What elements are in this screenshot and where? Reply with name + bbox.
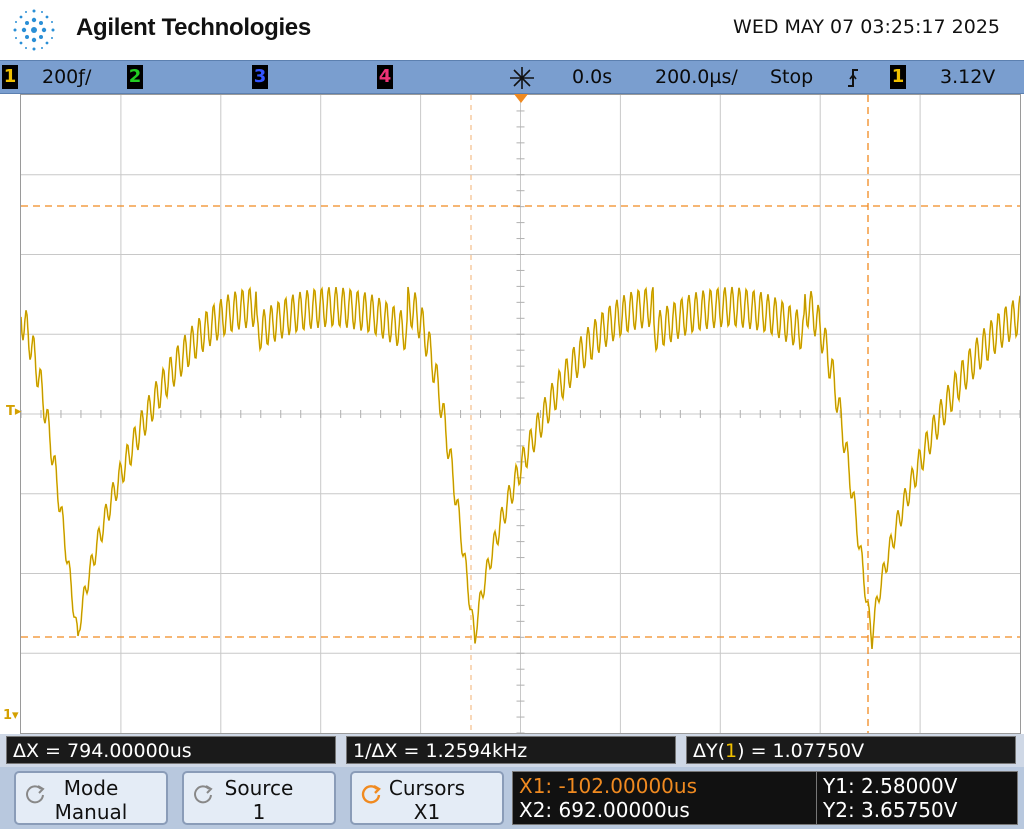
header: Agilent Technologies WED MAY 07 03:25:17…	[0, 0, 1024, 60]
cursors-softkey[interactable]: Cursors X1	[350, 771, 504, 825]
ground-marker: 1▾	[3, 708, 19, 723]
delta-y-readout: ΔY(1) = 1.07750V	[686, 736, 1016, 764]
cursor-y1-value: Y1: 2.58000V	[823, 774, 958, 798]
brand-name: Agilent Technologies	[76, 14, 311, 41]
trigger-marker-label: T	[6, 404, 15, 419]
measurement-readout-bar: ΔX = 794.00000us 1/ΔX = 1.2594kHz ΔY(1) …	[0, 734, 1024, 767]
status-bar: 1 200ƒ/ 2 3 4 0.0s 200.0µs/ Stop 1 3.12V	[0, 60, 1024, 94]
delta-y-value: ) = 1.07750V	[737, 740, 865, 762]
delta-y-prefix: ΔY(	[693, 740, 726, 762]
source-label: Source	[224, 776, 294, 800]
waveform-graticule	[21, 95, 1020, 733]
softkey-bar: Mode Manual Source 1 Cursors X1 X1: -102…	[0, 767, 1024, 829]
delta-y-channel: 1	[725, 740, 738, 762]
trigger-edge-icon	[848, 69, 858, 87]
channel-4-indicator[interactable]: 4	[377, 65, 393, 89]
delta-x-readout: ΔX = 794.00000us	[6, 736, 336, 764]
agilent-spark-logo	[13, 9, 55, 51]
trigger-source-indicator[interactable]: 1	[890, 65, 906, 89]
cursors-value: X1	[413, 800, 441, 824]
cursor-x1-value: X1: -102.00000us	[519, 774, 697, 798]
cursors-label: Cursors	[388, 776, 466, 800]
inverse-delta-x-readout: 1/ΔX = 1.2594kHz	[346, 736, 676, 764]
trigger-delay: 0.0s	[572, 66, 613, 88]
source-value: 1	[252, 800, 266, 824]
cursor-x2-value: X2: 692.00000us	[519, 798, 690, 822]
timebase: 200.0µs/	[655, 66, 738, 88]
mode-softkey[interactable]: Mode Manual	[14, 771, 168, 825]
waveform-display[interactable]	[20, 94, 1021, 734]
channel-1-indicator[interactable]: 1	[2, 65, 18, 89]
cursor-y2-value: Y2: 3.65750V	[823, 798, 958, 822]
trigger-time-marker	[514, 94, 528, 103]
channel-1-scale: 200ƒ/	[42, 66, 92, 88]
trigger-position-icon	[510, 67, 534, 89]
run-state: Stop	[770, 66, 814, 88]
ground-marker-label: 1	[3, 708, 13, 723]
mode-value: Manual	[54, 800, 128, 824]
channel-3-indicator[interactable]: 3	[252, 65, 268, 89]
cursor-panel-divider	[816, 772, 817, 824]
source-softkey[interactable]: Source 1	[182, 771, 336, 825]
channel-2-indicator[interactable]: 2	[127, 65, 143, 89]
date-time: WED MAY 07 03:25:17 2025	[733, 16, 1000, 38]
mode-label: Mode	[63, 776, 119, 800]
trigger-level-marker: T▸	[6, 404, 22, 419]
trigger-level: 3.12V	[940, 66, 996, 88]
cursor-values-panel: X1: -102.00000us X2: 692.00000us Y1: 2.5…	[512, 771, 1018, 825]
